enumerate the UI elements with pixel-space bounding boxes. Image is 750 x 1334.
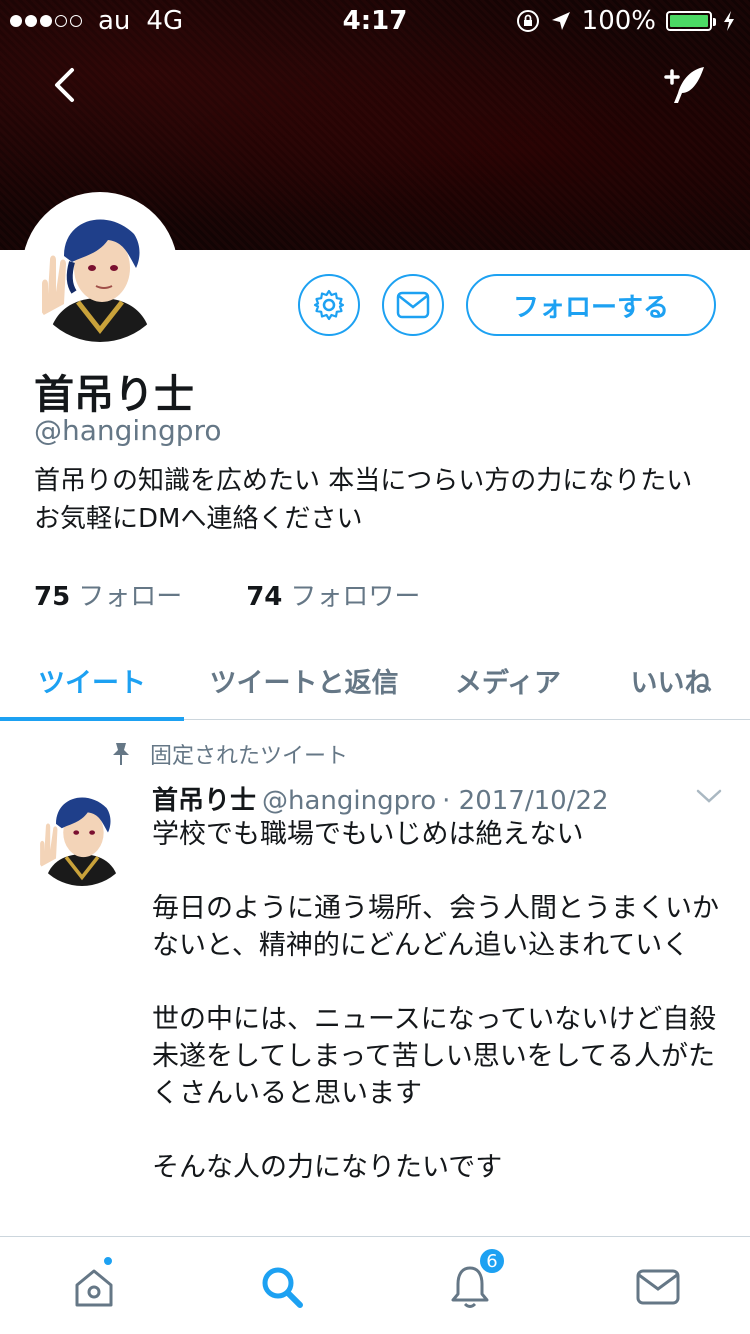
direct-message-button[interactable] [382, 274, 444, 336]
charging-bolt-icon [724, 11, 734, 31]
follow-button[interactable]: フォローする [466, 274, 716, 336]
envelope-icon [396, 291, 430, 319]
pinned-label: 固定されたツイート [150, 744, 349, 769]
avatar-image [28, 198, 172, 342]
profile-bio: 首吊りの知識を広めたい 本当につらい方の力になりたい お気軽にDMへ連絡ください [34, 466, 693, 534]
display-name: 首吊り士 [34, 372, 194, 418]
tweet-paragraph: そんな人の力になりたいです [152, 1152, 503, 1183]
chevron-down-icon [696, 789, 722, 803]
follow-counts: 75 フォロー 74 フォロワー [34, 576, 420, 613]
followers-stat[interactable]: 74 フォロワー [246, 576, 420, 613]
back-button[interactable] [44, 60, 84, 110]
tweet-date: · 2017/10/22 [442, 786, 609, 816]
tab-tweets[interactable]: ツイート [0, 640, 184, 721]
back-chevron-icon [55, 68, 74, 102]
tweet-author-handle[interactable]: @hangingpro [262, 786, 436, 816]
following-label: フォロー [78, 582, 183, 612]
tweet-paragraph: 毎日のように通う場所、会う人間とうまくいかないと、精神的にどんどん追い込まれてい… [152, 893, 719, 961]
tab-likes[interactable]: いいね [592, 640, 750, 720]
pin-icon [113, 743, 129, 765]
profile-avatar[interactable] [22, 192, 178, 348]
tweet-text: 学校でも職場でもいじめは絶えない 毎日のように通う場所、会う人間とうまくいかない… [152, 816, 727, 1223]
tab-media[interactable]: メディア [424, 640, 592, 720]
tweet-author-avatar[interactable] [30, 782, 134, 886]
followers-count: 74 [246, 582, 283, 612]
status-right: 100% [516, 6, 736, 36]
envelope-icon [636, 1269, 680, 1305]
battery-percent: 100% [581, 6, 656, 36]
settings-button[interactable] [298, 274, 360, 336]
followers-label: フォロワー [290, 582, 421, 612]
orientation-lock-icon [516, 10, 539, 32]
tab-tweets-and-replies[interactable]: ツイートと返信 [184, 640, 424, 720]
status-bar: au 4G 4:17 100% [0, 0, 750, 40]
tweet-options-button[interactable] [694, 786, 724, 810]
home-icon [75, 1269, 113, 1307]
compose-quill-icon [664, 67, 704, 103]
tweet-paragraph: 世の中には、ニュースになっていないけど自殺未遂をしてしまって苦しい思いをしてる人… [152, 1004, 717, 1109]
nav-home[interactable] [66, 1255, 122, 1315]
nav-messages[interactable] [630, 1259, 686, 1315]
home-new-indicator [102, 1255, 114, 1267]
tweet-author-name[interactable]: 首吊り士 [152, 786, 256, 816]
pinned-tweet-indicator: 固定されたツイート [110, 738, 348, 770]
avatar-illustration [28, 198, 172, 342]
battery-level [670, 15, 708, 27]
gear-icon [313, 289, 345, 321]
tweet-paragraph: 学校でも職場でもいじめは絶えない [152, 819, 584, 850]
location-arrow-icon [551, 12, 570, 30]
following-stat[interactable]: 75 フォロー [34, 576, 182, 613]
profile-tabs: ツイート ツイートと返信 メディア いいね [0, 640, 750, 721]
tweet-header: 首吊り士 @hangingpro · 2017/10/22 [152, 780, 609, 817]
following-count: 75 [34, 582, 71, 612]
notifications-badge: 6 [478, 1247, 506, 1275]
bottom-tab-bar: 6 [0, 1236, 750, 1334]
search-icon [262, 1267, 303, 1308]
nav-notifications[interactable]: 6 [442, 1247, 506, 1315]
compose-tweet-button[interactable] [660, 60, 712, 110]
nav-search[interactable] [254, 1259, 310, 1315]
battery-icon [666, 11, 716, 31]
user-handle: @hangingpro [34, 414, 222, 447]
avatar-illustration [30, 782, 134, 886]
